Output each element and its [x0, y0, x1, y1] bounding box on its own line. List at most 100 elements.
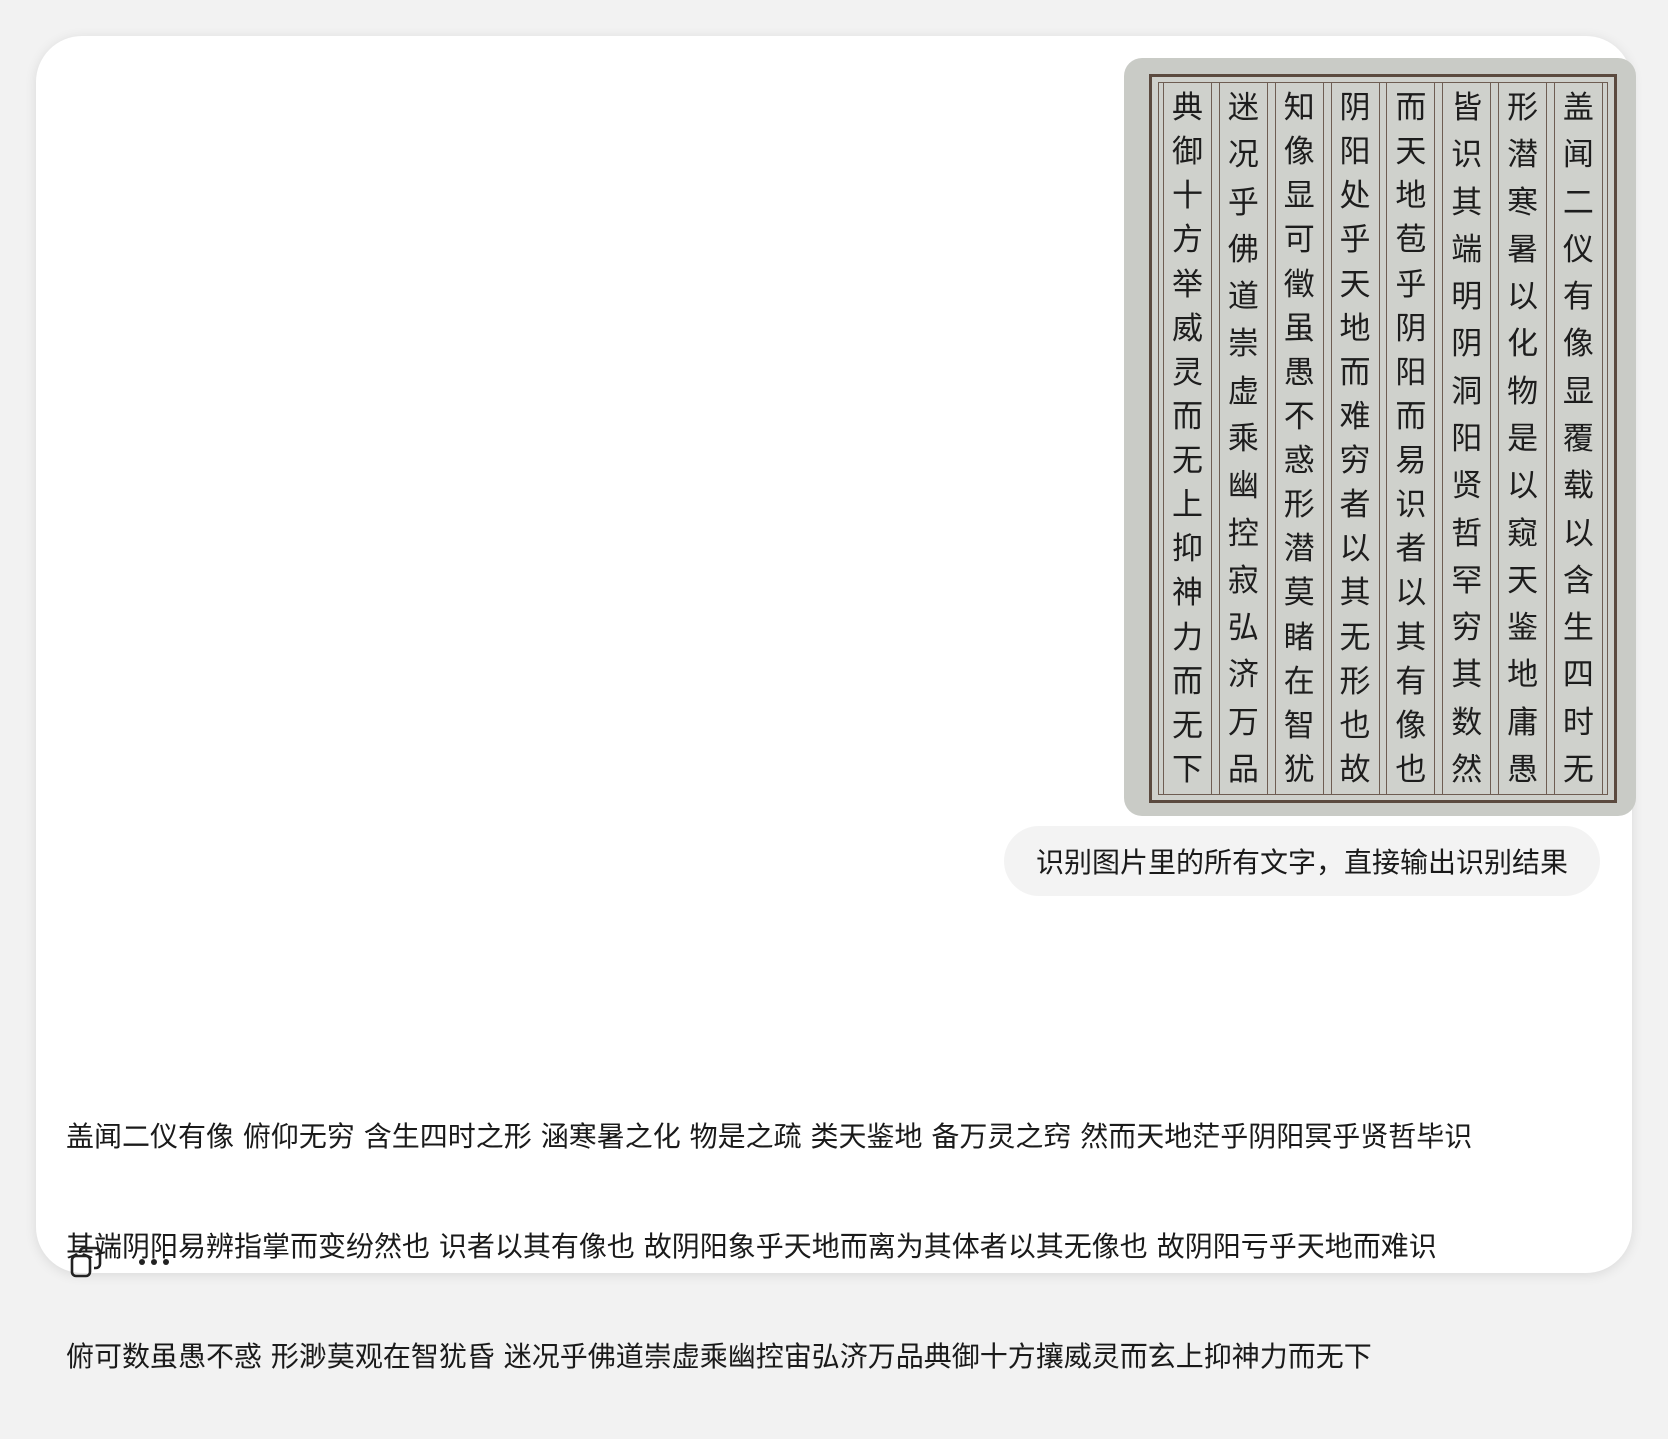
- calligraphy-char: 弘: [1227, 610, 1259, 647]
- calligraphy-char: 故: [1339, 751, 1371, 788]
- calligraphy-char: 阴: [1395, 310, 1427, 347]
- calligraphy-char: 苞: [1395, 222, 1427, 259]
- calligraphy-char: 明: [1451, 279, 1483, 316]
- calligraphy-char: 二: [1562, 184, 1594, 221]
- calligraphy-char: 睹: [1283, 619, 1315, 656]
- calligraphy-char: 阳: [1395, 354, 1427, 391]
- calligraphy-char: 威: [1172, 310, 1203, 347]
- calligraphy-char: 而: [1172, 398, 1203, 435]
- calligraphy-char: 数: [1451, 704, 1483, 741]
- calligraphy-char: 寂: [1227, 562, 1259, 599]
- calligraphy-char: 阴: [1451, 326, 1483, 363]
- calligraphy-char: 以: [1562, 515, 1594, 552]
- calligraphy-char: 阳: [1339, 134, 1371, 171]
- calligraphy-char: 天: [1339, 266, 1371, 303]
- calligraphy-char: 其: [1339, 575, 1371, 612]
- calligraphy-char: 覆: [1562, 420, 1594, 457]
- calligraphy-char: 济: [1227, 657, 1259, 694]
- calligraphy-char: 神: [1172, 575, 1203, 612]
- calligraphy-column: 皆识其端明阴洞阳贤哲罕穷其数然: [1442, 83, 1492, 794]
- calligraphy-char: 乎: [1227, 184, 1259, 221]
- calligraphy-char: 下: [1172, 751, 1203, 788]
- assistant-answer: 盖闻二仪有像 俯仰无穷 含生四时之形 涵寒暑之化 物是之疏 类天鉴地 备万灵之窍…: [66, 1054, 1626, 1439]
- calligraphy-char: 幽: [1227, 468, 1259, 505]
- calligraphy-char: 虽: [1283, 310, 1315, 347]
- calligraphy-char: 惑: [1283, 443, 1315, 479]
- calligraphy-char: 以: [1395, 575, 1427, 612]
- calligraphy-char: 穷: [1451, 610, 1483, 647]
- calligraphy-char: 无: [1172, 707, 1203, 744]
- calligraphy-char: 无: [1562, 751, 1594, 788]
- calligraphy-char: 典: [1172, 90, 1203, 126]
- calligraphy-char: 力: [1172, 619, 1203, 656]
- calligraphy-char: 庸: [1507, 704, 1539, 741]
- calligraphy-char: 端: [1451, 231, 1483, 268]
- calligraphy-char: 智: [1283, 707, 1315, 744]
- calligraphy-char: 哲: [1451, 515, 1483, 552]
- calligraphy-char: 迷: [1227, 90, 1259, 126]
- calligraphy-char: 闻: [1562, 137, 1594, 174]
- uploaded-image[interactable]: 盖闻二仪有像显覆载以含生四时无形潜寒暑以化物是以窥天鉴地庸愚皆识其端明阴洞阳贤哲…: [1124, 58, 1636, 816]
- user-prompt-text: 识别图片里的所有文字，直接输出识别结果: [1035, 846, 1568, 879]
- calligraphy-char: 物: [1507, 373, 1539, 410]
- calligraphy-char: 鉴: [1507, 610, 1539, 647]
- calligraphy-char: 而: [1339, 354, 1371, 391]
- calligraphy-char: 四: [1562, 657, 1594, 694]
- calligraphy-column: 迷况乎佛道崇虚乘幽控寂弘济万品: [1218, 83, 1268, 794]
- answer-line: 俯可数虽愚不惑 形渺莫观在智犹昏 迷况乎佛道崇虚乘幽控宙弘济万品典御十方攘威灵而…: [66, 1340, 1372, 1373]
- calligraphy-char: 然: [1451, 751, 1483, 788]
- calligraphy-char: 其: [1395, 619, 1427, 656]
- calligraphy-char: 有: [1395, 663, 1427, 700]
- calligraphy-char: 其: [1451, 184, 1483, 221]
- calligraphy-char: 处: [1339, 178, 1371, 215]
- calligraphy-columns: 盖闻二仪有像显覆载以含生四时无形潜寒暑以化物是以窥天鉴地庸愚皆识其端明阴洞阳贤哲…: [1158, 82, 1608, 795]
- calligraphy-char: 盖: [1562, 90, 1594, 126]
- calligraphy-column: 阴阳处乎天地而难穷者以其无形也故: [1330, 83, 1380, 794]
- calligraphy-char: 控: [1227, 515, 1259, 552]
- calligraphy-char: 罕: [1451, 562, 1483, 599]
- calligraphy-char: 阴: [1339, 90, 1371, 126]
- calligraphy-char: 形: [1339, 663, 1371, 700]
- calligraphy-char: 皆: [1451, 90, 1483, 126]
- calligraphy-char: 万: [1227, 704, 1259, 741]
- calligraphy-char: 识: [1451, 137, 1483, 174]
- calligraphy-char: 洞: [1451, 373, 1483, 410]
- calligraphy-char: 上: [1172, 487, 1203, 524]
- calligraphy-char: 显: [1283, 178, 1315, 215]
- calligraphy-column: 知像显可徵虽愚不惑形潜莫睹在智犹: [1274, 83, 1324, 794]
- calligraphy-char: 者: [1339, 487, 1371, 524]
- calligraphy-column: 形潜寒暑以化物是以窥天鉴地庸愚: [1498, 83, 1548, 794]
- calligraphy-char: 有: [1562, 279, 1594, 316]
- calligraphy-char: 天: [1507, 562, 1539, 599]
- calligraphy-char: 品: [1227, 751, 1259, 788]
- calligraphy-char: 道: [1227, 279, 1259, 316]
- more-button[interactable]: [134, 1242, 174, 1282]
- calligraphy-char: 识: [1395, 487, 1427, 524]
- calligraphy-char: 而: [1395, 398, 1427, 435]
- calligraphy-char: 化: [1507, 326, 1539, 363]
- user-prompt-bubble: 识别图片里的所有文字，直接输出识别结果: [1003, 826, 1600, 896]
- copy-icon: [70, 1246, 102, 1278]
- calligraphy-char: 愚: [1507, 751, 1539, 788]
- calligraphy-column: 而天地苞乎阴阳而易识者以其有像也: [1386, 83, 1436, 794]
- calligraphy-char: 愚: [1283, 354, 1315, 391]
- calligraphy-char: 也: [1339, 707, 1371, 744]
- calligraphy-char: 灵: [1172, 354, 1203, 391]
- copy-button[interactable]: [66, 1242, 106, 1282]
- calligraphy-char: 天: [1395, 134, 1427, 171]
- calligraphy-char: 可: [1283, 222, 1315, 259]
- calligraphy-char: 形: [1283, 487, 1315, 524]
- calligraphy-char: 显: [1562, 373, 1594, 410]
- calligraphy-char: 乎: [1395, 266, 1427, 303]
- calligraphy-char: 形: [1507, 90, 1539, 126]
- calligraphy-char: 犹: [1283, 751, 1315, 788]
- calligraphy-char: 虚: [1227, 373, 1259, 410]
- calligraphy-char: 阳: [1451, 420, 1483, 457]
- calligraphy-char: 十: [1172, 178, 1203, 215]
- chat-card: 盖闻二仪有像显覆载以含生四时无形潜寒暑以化物是以窥天鉴地庸愚皆识其端明阴洞阳贤哲…: [36, 36, 1636, 1373]
- calligraphy-char: 而: [1395, 90, 1427, 126]
- calligraphy-char: 在: [1283, 663, 1315, 700]
- calligraphy-column: 典御十方举威灵而无上抑神力而无下: [1163, 83, 1212, 794]
- calligraphy-char: 知: [1283, 90, 1315, 126]
- calligraphy-sheet: 盖闻二仪有像显覆载以含生四时无形潜寒暑以化物是以窥天鉴地庸愚皆识其端明阴洞阳贤哲…: [1149, 74, 1617, 803]
